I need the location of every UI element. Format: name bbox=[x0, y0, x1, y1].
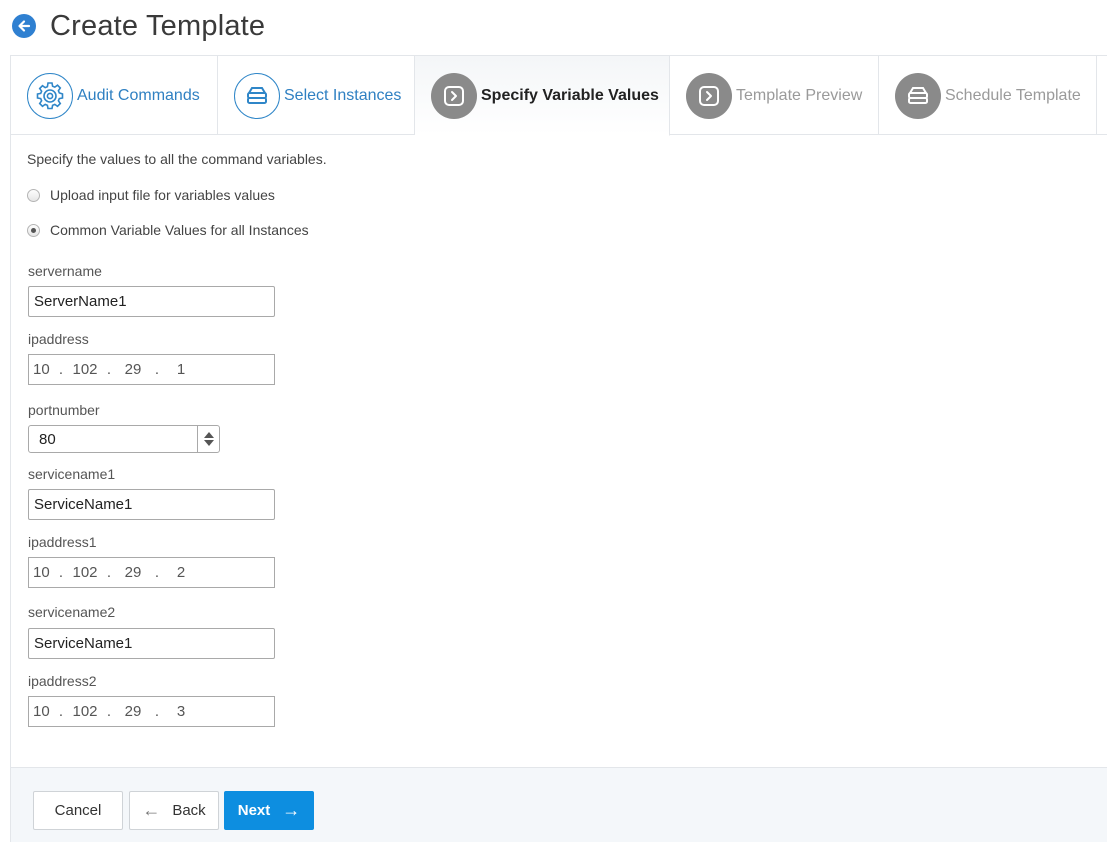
ip-separator: . bbox=[58, 703, 64, 720]
ip-separator: . bbox=[154, 564, 160, 581]
ip-octet[interactable]: 10 bbox=[33, 361, 51, 378]
ip-separator: . bbox=[106, 564, 112, 581]
portnumber-stepper[interactable] bbox=[28, 425, 220, 453]
ipaddress2-label: ipaddress2 bbox=[28, 673, 97, 689]
step-audit-commands[interactable]: Audit Commands bbox=[11, 56, 218, 135]
arrow-right-icon: → bbox=[282, 800, 301, 820]
portnumber-label: portnumber bbox=[28, 402, 100, 418]
ip-octet[interactable]: 1 bbox=[167, 361, 195, 378]
ip-octet[interactable]: 102 bbox=[71, 564, 99, 581]
back-button[interactable]: ← Back bbox=[129, 791, 219, 830]
step-label: Template Preview bbox=[736, 86, 863, 104]
step-specify-variable-values[interactable]: Specify Variable Values bbox=[415, 56, 670, 136]
ip-octet[interactable]: 3 bbox=[167, 703, 195, 720]
ip-octet[interactable]: 29 bbox=[119, 703, 147, 720]
servicename2-input[interactable] bbox=[28, 628, 275, 659]
server-stack-icon bbox=[234, 72, 280, 119]
ip-octet[interactable]: 10 bbox=[33, 703, 51, 720]
wizard-panel: Audit Commands Select Instances Specify … bbox=[10, 55, 1107, 842]
increment-icon[interactable] bbox=[203, 432, 214, 438]
ip-separator: . bbox=[58, 361, 64, 378]
servername-label: servername bbox=[28, 263, 102, 279]
decrement-icon[interactable] bbox=[203, 440, 214, 446]
ipaddress1-input[interactable]: 10 . 102 . 29 . 2 bbox=[28, 557, 275, 588]
step-select-instances[interactable]: Select Instances bbox=[218, 56, 415, 135]
servicename2-label: servicename2 bbox=[28, 604, 116, 620]
arrow-left-icon: ← bbox=[142, 800, 161, 820]
cancel-button[interactable]: Cancel bbox=[33, 791, 123, 830]
ip-separator: . bbox=[154, 361, 160, 378]
back-label: Back bbox=[172, 802, 206, 819]
spinner-buttons[interactable] bbox=[197, 426, 219, 452]
ipaddress2-input[interactable]: 10 . 102 . 29 . 3 bbox=[28, 696, 275, 727]
form-intro: Specify the values to all the command va… bbox=[27, 151, 327, 167]
wizard-steps: Audit Commands Select Instances Specify … bbox=[11, 56, 1107, 136]
chevron-right-square-icon bbox=[431, 72, 477, 119]
ipaddress1-label: ipaddress1 bbox=[28, 534, 97, 550]
ipaddress-label: ipaddress bbox=[28, 331, 89, 347]
ip-separator: . bbox=[58, 564, 64, 581]
servername-input[interactable] bbox=[28, 286, 275, 317]
step-label: Audit Commands bbox=[77, 86, 200, 104]
servicename1-input[interactable] bbox=[28, 489, 275, 520]
ip-octet[interactable]: 2 bbox=[167, 564, 195, 581]
ipaddress-input[interactable]: 10 . 102 . 29 . 1 bbox=[28, 354, 275, 385]
option-common-values[interactable]: Common Variable Values for all Instances bbox=[27, 222, 309, 238]
chevron-right-square-icon bbox=[686, 72, 732, 119]
ip-separator: . bbox=[106, 361, 112, 378]
ip-octet[interactable]: 10 bbox=[33, 564, 51, 581]
option-label: Upload input file for variables values bbox=[50, 187, 275, 203]
ip-octet[interactable]: 102 bbox=[71, 703, 99, 720]
step-schedule-template[interactable]: Schedule Template bbox=[879, 56, 1097, 135]
gear-icon bbox=[27, 72, 73, 119]
step-label: Select Instances bbox=[284, 86, 402, 104]
portnumber-input[interactable] bbox=[29, 426, 197, 452]
step-label: Schedule Template bbox=[945, 86, 1081, 104]
radio-upload-file[interactable] bbox=[27, 188, 40, 202]
page-header: Create Template bbox=[12, 8, 265, 44]
ip-octet[interactable]: 29 bbox=[119, 564, 147, 581]
radio-common-values[interactable] bbox=[27, 223, 40, 237]
option-label: Common Variable Values for all Instances bbox=[50, 222, 309, 238]
step-label: Specify Variable Values bbox=[481, 86, 659, 104]
wizard-footer: Cancel ← Back Next → bbox=[11, 767, 1107, 842]
ip-separator: . bbox=[106, 703, 112, 720]
server-stack-icon bbox=[895, 72, 941, 119]
cancel-label: Cancel bbox=[54, 802, 102, 819]
ip-octet[interactable]: 29 bbox=[119, 361, 147, 378]
step-template-preview[interactable]: Template Preview bbox=[670, 56, 879, 135]
next-label: Next bbox=[237, 802, 271, 819]
arrow-left-circle-icon[interactable] bbox=[12, 14, 36, 38]
option-upload-file[interactable]: Upload input file for variables values bbox=[27, 187, 275, 203]
ip-octet[interactable]: 102 bbox=[71, 361, 99, 378]
page-title: Create Template bbox=[50, 9, 266, 42]
next-button[interactable]: Next → bbox=[224, 791, 314, 830]
ip-separator: . bbox=[154, 703, 160, 720]
servicename1-label: servicename1 bbox=[28, 466, 116, 482]
